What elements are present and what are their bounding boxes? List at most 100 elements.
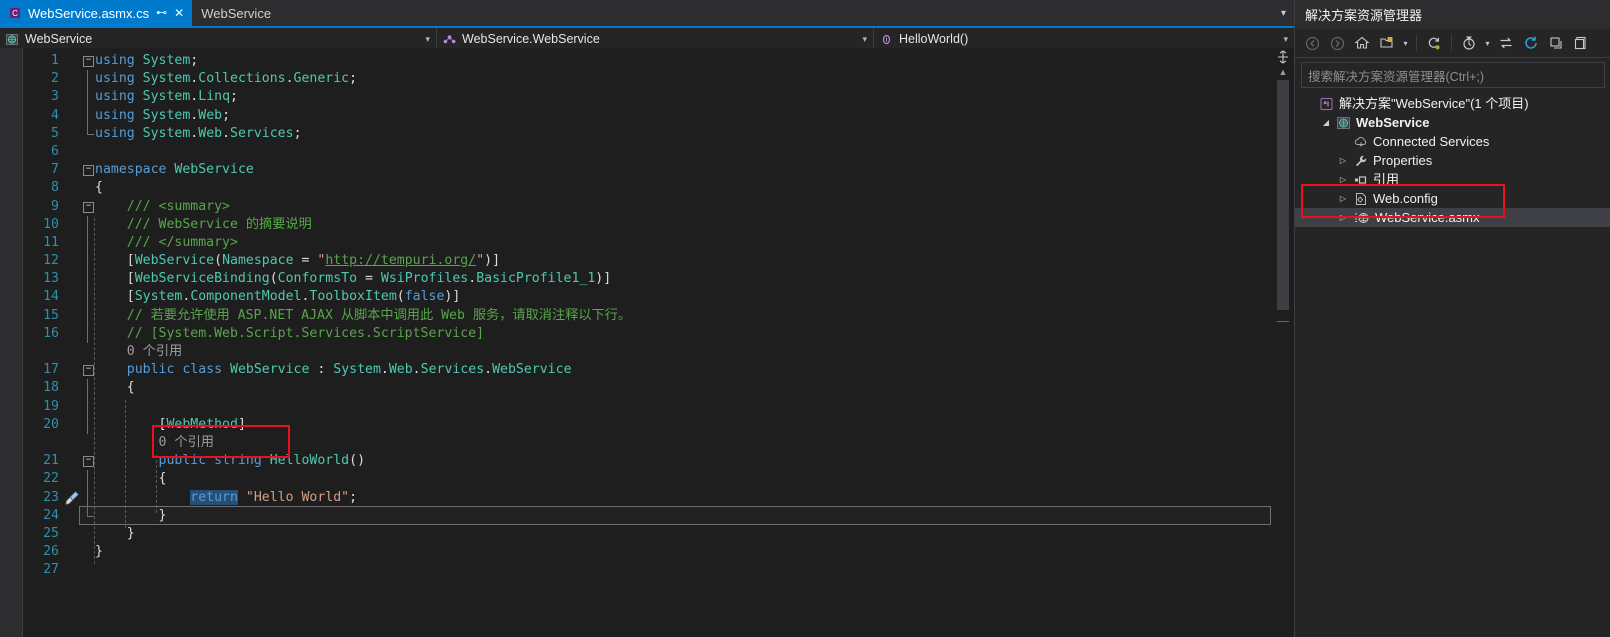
line-glyph-margin[interactable] — [63, 561, 81, 579]
line-glyph-margin[interactable] — [63, 325, 81, 343]
fold-margin[interactable] — [81, 416, 95, 434]
code-line[interactable]: 13 [WebServiceBinding(ConformsTo = WsiPr… — [23, 270, 1271, 288]
code-line[interactable]: 2using System.Collections.Generic; — [23, 70, 1271, 88]
code-line[interactable]: 7−namespace WebService — [23, 161, 1271, 179]
code-line[interactable]: 20 [WebMethod] — [23, 416, 1271, 434]
code-line[interactable]: 26} — [23, 543, 1271, 561]
fold-margin[interactable]: − — [81, 198, 95, 216]
fold-margin[interactable] — [81, 325, 95, 343]
code-line[interactable]: 17− public class WebService : System.Web… — [23, 361, 1271, 379]
close-icon[interactable]: ✕ — [174, 7, 184, 19]
fold-margin[interactable] — [81, 434, 95, 452]
home-button[interactable] — [1351, 32, 1373, 54]
line-glyph-margin[interactable] — [63, 234, 81, 252]
chevron-down-icon[interactable]: ▾ — [425, 34, 430, 45]
tab-webservice[interactable]: WebService — [192, 0, 279, 26]
line-glyph-margin[interactable] — [63, 216, 81, 234]
code-line[interactable]: 18 { — [23, 379, 1271, 397]
chevron-down-icon[interactable]: ▾ — [1283, 34, 1288, 45]
line-glyph-margin[interactable] — [63, 452, 81, 470]
code-line[interactable]: 25 } — [23, 525, 1271, 543]
code-line[interactable]: 23 return "Hello World"; — [23, 489, 1271, 507]
solution-explorer-search-input[interactable]: 搜索解决方案资源管理器(Ctrl+;) — [1301, 62, 1605, 88]
fold-margin[interactable] — [81, 307, 95, 325]
code-line[interactable]: 24 } — [23, 507, 1271, 525]
fold-margin[interactable]: − — [81, 52, 95, 70]
fold-margin[interactable] — [81, 398, 95, 416]
code-line[interactable]: 11 /// </summary> — [23, 234, 1271, 252]
collapse-icon[interactable]: − — [83, 165, 94, 176]
code-line[interactable]: 15 // 若要允许使用 ASP.NET AJAX 从脚本中调用此 Web 服务… — [23, 307, 1271, 325]
pending-changes-dropdown[interactable]: ▾ — [1483, 39, 1492, 48]
line-glyph-margin[interactable] — [63, 434, 81, 452]
fold-margin[interactable] — [81, 107, 95, 125]
chevron-collapsed-icon[interactable]: ▷ — [1337, 170, 1349, 189]
fold-margin[interactable] — [81, 489, 95, 507]
code-line[interactable]: 8{ — [23, 179, 1271, 197]
code-line[interactable]: 0 个引用 — [23, 434, 1271, 452]
code-line[interactable]: 22 { — [23, 470, 1271, 488]
line-glyph-margin[interactable] — [63, 179, 81, 197]
fold-margin[interactable] — [81, 270, 95, 288]
code-line[interactable]: 21− public string HelloWorld() — [23, 452, 1271, 470]
line-glyph-margin[interactable] — [63, 107, 81, 125]
tabstrip-overflow[interactable]: ▾ — [1281, 0, 1294, 26]
refresh-solution-button[interactable] — [1520, 32, 1542, 54]
pending-changes-filter-button[interactable] — [1458, 32, 1480, 54]
line-glyph-margin[interactable] — [63, 252, 81, 270]
code-scroll-viewport[interactable]: 1−using System;2using System.Collections… — [23, 48, 1271, 637]
collapse-icon[interactable]: − — [83, 456, 94, 467]
fold-margin[interactable] — [81, 234, 95, 252]
back-button[interactable] — [1301, 32, 1323, 54]
line-glyph-margin[interactable] — [63, 70, 81, 88]
code-line[interactable]: 9− /// <summary> — [23, 198, 1271, 216]
solution-tree-item[interactable]: 解决方案"WebService"(1 个项目) — [1295, 94, 1610, 113]
line-glyph-margin[interactable] — [63, 88, 81, 106]
chevron-down-icon[interactable]: ▾ — [862, 34, 867, 45]
code-line[interactable]: 4using System.Web; — [23, 107, 1271, 125]
split-view-handle[interactable] — [1276, 50, 1290, 64]
solution-tree-item[interactable]: ◢WebService — [1295, 113, 1610, 132]
line-glyph-margin[interactable] — [63, 379, 81, 397]
forward-button[interactable] — [1326, 32, 1348, 54]
chevron-collapsed-icon[interactable]: ▷ — [1337, 151, 1349, 170]
fold-margin[interactable] — [81, 143, 95, 161]
line-glyph-margin[interactable] — [63, 125, 81, 143]
solution-tree-item[interactable]: ▷WebService.asmx — [1295, 208, 1610, 227]
line-glyph-margin[interactable] — [63, 198, 81, 216]
scrollbar-thumb[interactable] — [1277, 80, 1289, 310]
pin-icon[interactable]: ⊷ — [156, 8, 167, 19]
code-editor-surface[interactable]: 1−using System;2using System.Collections… — [0, 48, 1294, 637]
fold-margin[interactable] — [81, 216, 95, 234]
code-line[interactable]: 1−using System; — [23, 52, 1271, 70]
fold-margin[interactable] — [81, 470, 95, 488]
sync-with-active-document-button[interactable] — [1495, 32, 1517, 54]
line-glyph-margin[interactable] — [63, 507, 81, 525]
switch-views-button[interactable] — [1376, 32, 1398, 54]
code-line[interactable]: 6 — [23, 143, 1271, 161]
fold-margin[interactable] — [81, 125, 95, 143]
code-line[interactable]: 10 /// WebService 的摘要说明 — [23, 216, 1271, 234]
fold-margin[interactable] — [81, 252, 95, 270]
fold-margin[interactable] — [81, 561, 95, 579]
line-glyph-margin[interactable] — [63, 525, 81, 543]
line-glyph-margin[interactable] — [63, 361, 81, 379]
fold-margin[interactable] — [81, 70, 95, 88]
chevron-expanded-icon[interactable]: ◢ — [1320, 113, 1332, 132]
fold-margin[interactable] — [81, 507, 95, 525]
line-glyph-margin[interactable] — [63, 416, 81, 434]
fold-margin[interactable] — [81, 88, 95, 106]
code-line[interactable]: 3using System.Linq; — [23, 88, 1271, 106]
code-line[interactable]: 16 // [System.Web.Script.Services.Script… — [23, 325, 1271, 343]
fold-margin[interactable] — [81, 543, 95, 561]
line-glyph-margin[interactable] — [63, 161, 81, 179]
fold-margin[interactable] — [81, 525, 95, 543]
code-line[interactable]: 27 — [23, 561, 1271, 579]
solution-tree-item[interactable]: ▷Web.config — [1295, 189, 1610, 208]
chevron-collapsed-icon[interactable]: ▷ — [1337, 208, 1349, 227]
collapse-icon[interactable]: − — [83, 56, 94, 67]
line-glyph-margin[interactable] — [63, 52, 81, 70]
line-glyph-margin[interactable] — [63, 288, 81, 306]
properties-button[interactable] — [1570, 32, 1592, 54]
line-glyph-margin[interactable] — [63, 398, 81, 416]
